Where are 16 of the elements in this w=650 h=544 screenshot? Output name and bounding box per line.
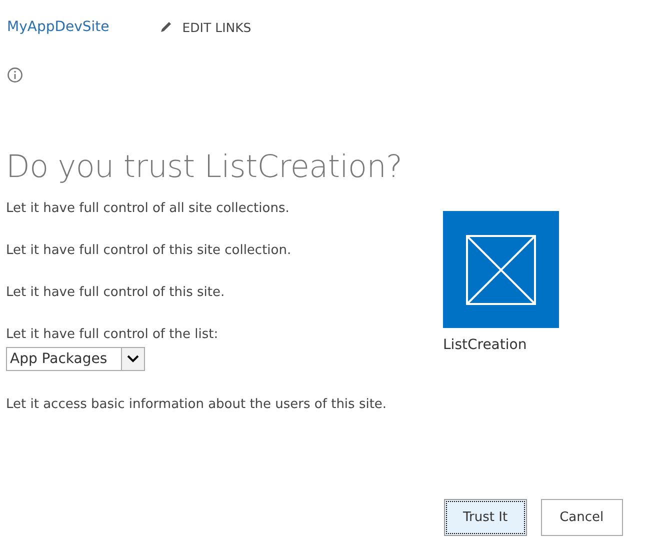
permission-text: Let it have full control of this site.	[6, 285, 226, 301]
edit-links-link[interactable]: EDIT LINKS	[182, 20, 252, 34]
cancel-button[interactable]: Cancel	[540, 499, 623, 536]
app-name: ListCreation	[443, 337, 528, 353]
site-title-link[interactable]: MyAppDevSite	[7, 19, 110, 35]
permission-text: Let it access basic information about the users of this site.	[6, 397, 388, 413]
permission-text: Let it have full control of all site collections.	[6, 201, 290, 217]
pencil-icon	[159, 20, 174, 34]
trust-button[interactable]: Trust It	[444, 499, 527, 536]
list-dropdown[interactable]: App Packages	[6, 347, 145, 371]
page-heading: Do you trust ListCreation?	[6, 149, 404, 185]
chevron-down-icon	[127, 355, 139, 363]
permission-text: Let it have full control of this site collection.	[6, 243, 292, 259]
info-icon[interactable]	[7, 67, 23, 83]
permission-text: Let it have full control of the list:	[6, 327, 220, 343]
app-tile-icon	[443, 211, 559, 328]
